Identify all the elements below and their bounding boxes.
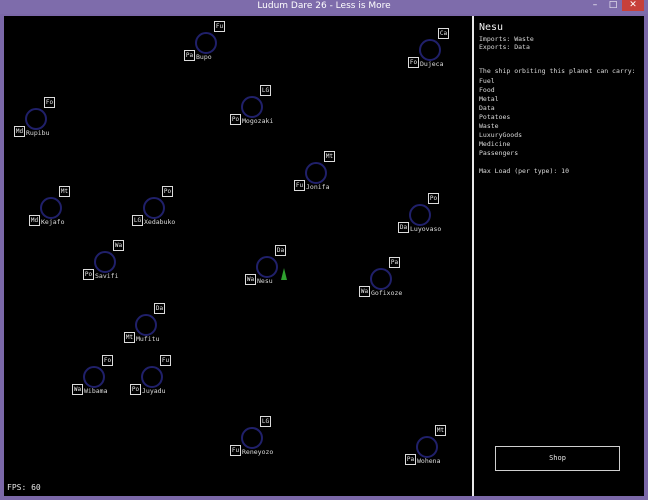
planet-orbit-ring[interactable] — [241, 96, 263, 118]
import-badge: Mt — [124, 332, 135, 343]
import-badge: Pa — [184, 50, 195, 61]
export-badge: Pa — [389, 257, 400, 268]
export-badge: Fu — [160, 355, 171, 366]
cargo-item: Passengers — [479, 149, 519, 157]
cargo-item: LuxuryGoods — [479, 131, 523, 139]
export-badge: Da — [275, 245, 286, 256]
imports-text: Imports: Waste — [479, 35, 534, 43]
import-badge: Po — [130, 384, 141, 395]
planet-orbit-ring[interactable] — [370, 268, 392, 290]
import-badge: Md — [29, 215, 40, 226]
planet-name: Mogozaki — [242, 117, 274, 125]
export-badge: Mt — [435, 425, 446, 436]
planet-name: Xedabuko — [144, 218, 176, 226]
planet-orbit-ring[interactable] — [409, 204, 431, 226]
import-badge: Wa — [72, 384, 83, 395]
planet-orbit-ring[interactable] — [25, 108, 47, 130]
export-badge: Ca — [438, 28, 449, 39]
minimize-button[interactable]: – — [587, 0, 603, 11]
maximize-button[interactable]: □ — [605, 0, 621, 11]
planet-orbit-ring[interactable] — [143, 197, 165, 219]
planet-name: Nesu — [257, 277, 273, 285]
import-badge: Fu — [294, 180, 305, 191]
export-badge: LG — [260, 85, 271, 96]
cargo-item: Potatoes — [479, 113, 511, 121]
export-badge: Da — [154, 303, 165, 314]
cargo-item: Food — [479, 86, 495, 94]
cargo-item: Metal — [479, 95, 499, 103]
cargo-item: Fuel — [479, 77, 495, 85]
planet-name: Savifi — [95, 272, 119, 280]
cargo-item: Waste — [479, 122, 499, 130]
planet-name: Rupibu — [26, 129, 50, 137]
export-badge: Po — [428, 193, 439, 204]
max-load-text: Max Load (per type): 10 — [479, 167, 570, 175]
game-window: Ludum Dare 26 - Less is More – □ ✕ Fu Pa… — [0, 0, 648, 500]
planet-name: Mufitu — [136, 335, 160, 343]
planet-info-panel: Nesu Imports: Waste Exports: Data The sh… — [474, 16, 644, 496]
shop-button[interactable]: Shop — [495, 446, 620, 471]
exports-text: Exports: Data — [479, 43, 530, 51]
import-badge: Da — [398, 222, 409, 233]
import-badge: Md — [14, 126, 25, 137]
export-badge: Po — [162, 186, 173, 197]
planet-orbit-ring[interactable] — [195, 32, 217, 54]
import-badge: Po — [230, 114, 241, 125]
planet-name: Juyadu — [142, 387, 166, 395]
import-badge: Wa — [359, 286, 370, 297]
export-badge: LG — [260, 416, 271, 427]
star-map[interactable]: Fu Pa Bupo Ca Fo Dujeca Fo Md Rupibu LG … — [4, 16, 472, 496]
carry-heading: The ship orbiting this planet can carry: — [479, 67, 636, 75]
planet-orbit-ring[interactable] — [83, 366, 105, 388]
planet-orbit-ring[interactable] — [305, 162, 327, 184]
export-badge: Mt — [324, 151, 335, 162]
planet-orbit-ring[interactable] — [94, 251, 116, 273]
selected-planet-name: Nesu — [479, 22, 504, 33]
planet-orbit-ring[interactable] — [416, 436, 438, 458]
planet-name: Jonifa — [306, 183, 330, 191]
title-bar[interactable]: Ludum Dare 26 - Less is More – □ ✕ — [0, 0, 648, 14]
cargo-item: Medicine — [479, 140, 511, 148]
fps-counter: FPS: 60 — [7, 483, 41, 492]
planet-name: Luyovaso — [410, 225, 442, 233]
export-badge: Fo — [44, 97, 55, 108]
planet-orbit-ring[interactable] — [135, 314, 157, 336]
planet-orbit-ring[interactable] — [256, 256, 278, 278]
export-badge: Mt — [59, 186, 70, 197]
planet-orbit-ring[interactable] — [419, 39, 441, 61]
export-badge: Wa — [113, 240, 124, 251]
planet-orbit-ring[interactable] — [141, 366, 163, 388]
planet-orbit-ring[interactable] — [241, 427, 263, 449]
planet-name: Reneyozo — [242, 448, 274, 456]
import-badge: Fu — [230, 445, 241, 456]
import-badge: Wa — [245, 274, 256, 285]
planet-name: Wibama — [84, 387, 108, 395]
planet-name: Dujeca — [420, 60, 444, 68]
game-viewport: Fu Pa Bupo Ca Fo Dujeca Fo Md Rupibu LG … — [4, 16, 644, 496]
close-button[interactable]: ✕ — [622, 0, 644, 11]
ship-icon[interactable] — [281, 268, 287, 280]
import-badge: Po — [83, 269, 94, 280]
planet-name: Bupo — [196, 53, 212, 61]
import-badge: Fo — [408, 57, 419, 68]
planet-name: Gofixoze — [371, 289, 403, 297]
window-title: Ludum Dare 26 - Less is More — [257, 1, 391, 11]
import-badge: Pa — [405, 454, 416, 465]
export-badge: Fo — [102, 355, 113, 366]
cargo-item: Data — [479, 104, 495, 112]
planet-name: Kejafo — [41, 218, 65, 226]
planet-orbit-ring[interactable] — [40, 197, 62, 219]
import-badge: LG — [132, 215, 143, 226]
export-badge: Fu — [214, 21, 225, 32]
planet-name: Wohena — [417, 457, 441, 465]
